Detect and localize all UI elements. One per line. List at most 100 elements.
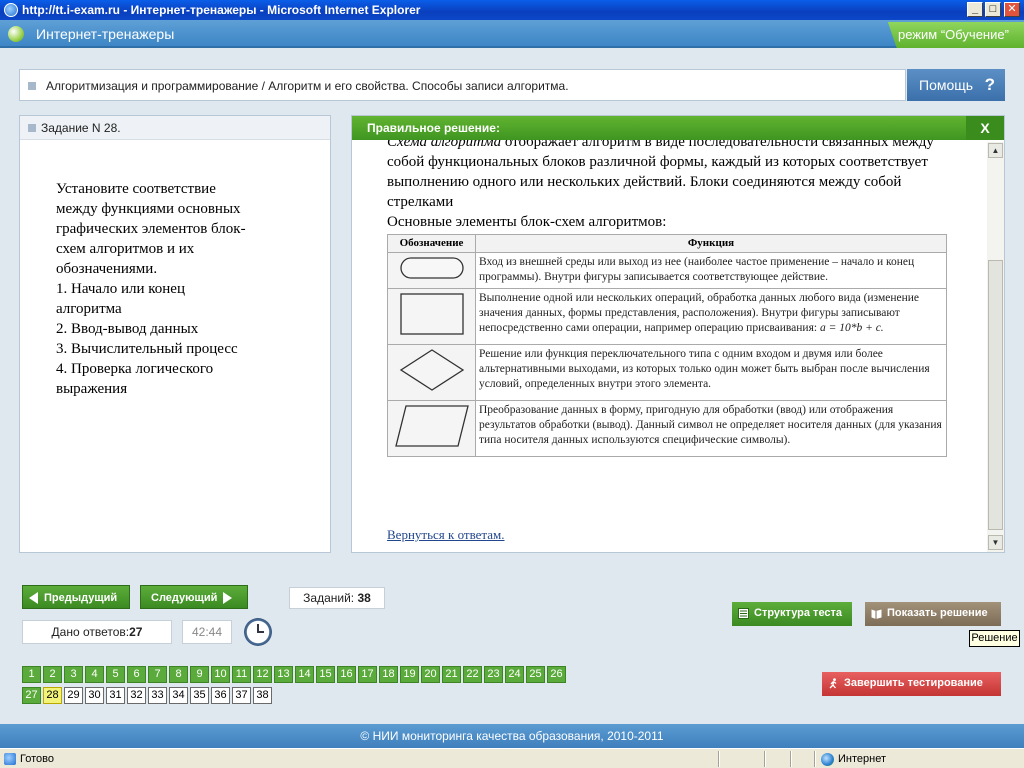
row-description: Преобразование данных в форму, пригодную… (475, 400, 947, 457)
task-line: графических элементов блок- (56, 221, 246, 237)
page-done-icon (4, 753, 16, 765)
scroll-thumb[interactable] (988, 260, 1003, 530)
question-number-button[interactable]: 17 (358, 666, 377, 683)
task-number: Задание N 28. (41, 121, 121, 135)
question-number-button[interactable]: 20 (421, 666, 440, 683)
status-divider (764, 751, 766, 767)
breadcrumb: Алгоритмизация и программирование / Алго… (19, 69, 906, 101)
question-number-button[interactable]: 32 (127, 687, 146, 704)
question-number-button[interactable]: 38 (253, 687, 272, 704)
scroll-up-icon[interactable]: ▲ (988, 143, 1003, 158)
show-solution-label: Показать решение (887, 607, 988, 619)
next-label: Следующий (151, 592, 218, 604)
question-number-button[interactable]: 2 (43, 666, 62, 683)
task-line: 1. Начало или конец (56, 281, 185, 297)
question-number-button[interactable]: 7 (148, 666, 167, 683)
process-shape-icon (387, 288, 476, 345)
column-header-function: Функция (475, 234, 947, 253)
question-number-button[interactable]: 6 (127, 666, 146, 683)
solution-title: Правильное решение: (367, 121, 500, 135)
task-line: 3. Вычислительный процесс (56, 341, 238, 357)
question-number-button[interactable]: 34 (169, 687, 188, 704)
previous-label: Предыдущий (44, 592, 118, 604)
question-mark-icon: ? (984, 75, 995, 94)
question-number-button[interactable]: 13 (274, 666, 293, 683)
question-number-button[interactable]: 4 (85, 666, 104, 683)
internet-zone-icon (821, 753, 834, 766)
solution-panel: Правильное решение: X Схема алгоритма от… (351, 115, 1005, 553)
question-number-button[interactable]: 15 (316, 666, 335, 683)
clock-icon (244, 618, 272, 646)
intro-text: отображает алгоритм в виде последователь… (387, 140, 934, 210)
question-number-button[interactable]: 21 (442, 666, 461, 683)
show-solution-button[interactable]: Показать решение (865, 602, 1001, 626)
app-title: Интернет-тренажеры (36, 26, 175, 42)
question-number-button[interactable]: 11 (232, 666, 251, 683)
solution-subtitle: Основные элементы блок-схем алгоритмов: (387, 214, 667, 230)
book-icon (871, 609, 882, 619)
maximize-button[interactable]: □ (985, 2, 1001, 17)
status-text: Готово (20, 753, 54, 765)
intro-term: Схема алгоритма (387, 140, 502, 150)
close-solution-button[interactable]: X (966, 116, 1004, 140)
question-number-button[interactable]: 35 (190, 687, 209, 704)
finish-test-button[interactable]: Завершить тестирование (822, 672, 1001, 696)
test-structure-label: Структура теста (754, 607, 843, 619)
status-divider (790, 751, 792, 767)
help-button[interactable]: Помощь ? (907, 69, 1005, 101)
question-number-button[interactable]: 1 (22, 666, 41, 683)
table-row: Решение или функция переключательного ти… (387, 344, 947, 401)
test-structure-button[interactable]: Структура теста (732, 602, 852, 626)
question-number-button[interactable]: 27 (22, 687, 41, 704)
question-number-button[interactable]: 8 (169, 666, 188, 683)
back-to-answers-link[interactable]: Вернуться к ответам. (387, 527, 505, 543)
question-number-button[interactable]: 3 (64, 666, 83, 683)
question-number-button[interactable]: 30 (85, 687, 104, 704)
ie-logo-icon (4, 3, 18, 17)
question-number-button[interactable]: 18 (379, 666, 398, 683)
question-number-button[interactable]: 19 (400, 666, 419, 683)
question-number-button[interactable]: 14 (295, 666, 314, 683)
question-number-button[interactable]: 31 (106, 687, 125, 704)
question-number-button[interactable]: 10 (211, 666, 230, 683)
scroll-down-icon[interactable]: ▼ (988, 535, 1003, 550)
question-number-button[interactable]: 28 (43, 687, 62, 704)
ie-status-bar: Готово Интернет (0, 748, 1024, 768)
question-number-button[interactable]: 9 (190, 666, 209, 683)
next-button[interactable]: Следующий (140, 585, 248, 609)
close-window-button[interactable]: ✕ (1004, 2, 1020, 17)
question-number-button[interactable]: 26 (547, 666, 566, 683)
window-title: http://tt.i-exam.ru - Интернет-тренажеры… (22, 3, 421, 17)
question-number-button[interactable]: 12 (253, 666, 272, 683)
row-description: Решение или функция переключательного ти… (475, 344, 947, 401)
question-number-button[interactable]: 22 (463, 666, 482, 683)
table-row: Преобразование данных в форму, пригодную… (387, 400, 947, 457)
breadcrumb-text: Алгоритмизация и программирование / Алго… (46, 79, 569, 93)
question-number-button[interactable]: 36 (211, 687, 230, 704)
copyright-footer: © НИИ мониторинга качества образования, … (0, 724, 1024, 748)
app-header: Интернет-тренажеры режим “Обучение” (0, 20, 1024, 48)
question-number-button[interactable]: 29 (64, 687, 83, 704)
flowchart-elements-table: Обозначение Функция Вход из внешней сред… (387, 234, 947, 457)
help-label: Помощь (919, 77, 974, 93)
solution-scrollbar[interactable]: ▲ ▼ (987, 142, 1004, 552)
question-number-button[interactable]: 23 (484, 666, 503, 683)
question-number-button[interactable]: 33 (148, 687, 167, 704)
arrow-right-icon (223, 592, 233, 605)
column-header-symbol: Обозначение (387, 234, 476, 253)
question-number-button[interactable]: 37 (232, 687, 251, 704)
question-number-button[interactable]: 24 (505, 666, 524, 683)
app-logo-icon (8, 26, 24, 42)
task-line: выражения (56, 381, 128, 397)
question-number-button[interactable]: 16 (337, 666, 356, 683)
task-panel: Задание N 28. Установите соответствие ме… (19, 115, 331, 553)
task-header: Задание N 28. (20, 116, 330, 140)
task-line: алгоритма (56, 301, 122, 317)
security-zone: Интернет (838, 753, 886, 765)
minimize-button[interactable]: _ (967, 2, 983, 17)
question-number-button[interactable]: 5 (106, 666, 125, 683)
previous-button[interactable]: Предыдущий (22, 585, 130, 609)
row-description: Вход из внешней среды или выход из нее (… (475, 252, 947, 289)
status-divider (718, 751, 720, 767)
question-number-button[interactable]: 25 (526, 666, 545, 683)
